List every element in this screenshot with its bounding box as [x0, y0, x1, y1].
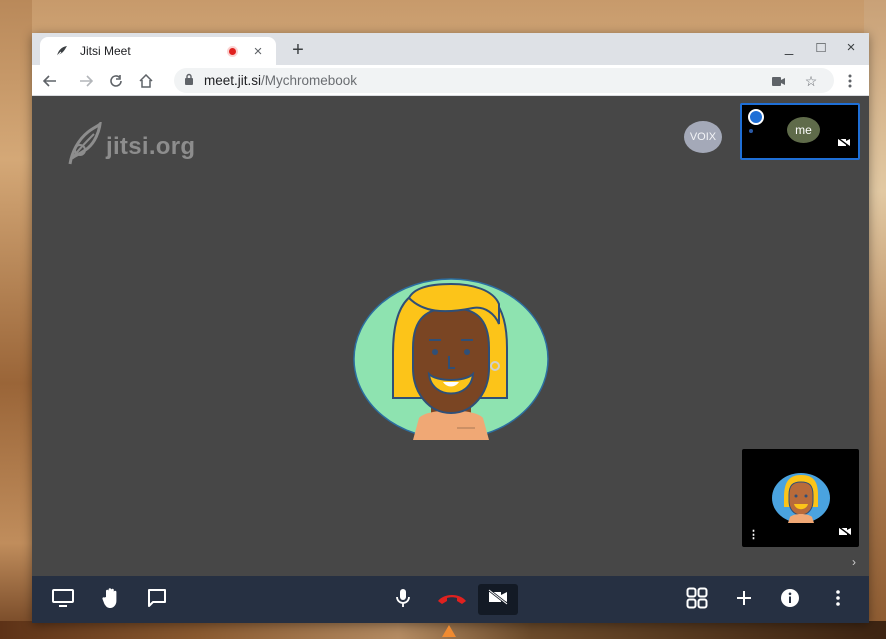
launcher-arrow-icon[interactable]	[442, 625, 456, 637]
camera-toggle-button[interactable]	[478, 584, 518, 615]
camera-off-indicator-icon	[837, 134, 851, 152]
jitsi-watermark[interactable]: jitsi.org	[66, 119, 196, 171]
browser-menu-icon[interactable]	[840, 71, 860, 91]
chat-button[interactable]	[145, 588, 169, 612]
back-arrow-icon[interactable]	[40, 71, 60, 91]
bookmark-star-icon[interactable]: ☆	[802, 72, 820, 90]
raise-hand-button[interactable]	[100, 587, 124, 614]
url-path: /Mychromebook	[261, 73, 358, 88]
lock-icon	[184, 72, 194, 90]
local-avatar-label: me	[795, 123, 812, 137]
invite-button[interactable]	[732, 588, 756, 612]
chat-icon	[147, 588, 167, 612]
more-options-button[interactable]	[826, 588, 850, 612]
url-text: meet.jit.si/Mychromebook	[204, 73, 357, 88]
tab-title: Jitsi Meet	[80, 44, 131, 58]
hangup-icon	[436, 591, 468, 610]
meeting-toolbar	[32, 576, 869, 623]
screen-share-icon	[52, 588, 74, 612]
browser-window: Jitsi Meet × + _ □ × meet.jit.si/Mychrom…	[32, 33, 869, 623]
microphone-icon	[396, 588, 410, 613]
hangup-button[interactable]	[436, 588, 468, 612]
maximize-button[interactable]: □	[812, 39, 830, 57]
jitsi-favicon-icon	[54, 43, 70, 59]
forward-arrow-icon[interactable]	[76, 71, 96, 91]
remote-camera-off-icon	[838, 523, 852, 541]
raise-hand-icon	[102, 587, 122, 614]
tab-strip: Jitsi Meet × + _ □ ×	[32, 33, 869, 65]
browser-tab[interactable]: Jitsi Meet ×	[40, 37, 276, 65]
filmstrip-toggle-button[interactable]: ›	[852, 555, 856, 569]
info-icon	[780, 588, 800, 613]
jitsi-logo-icon	[66, 119, 103, 171]
watermark-text: jitsi.org	[106, 132, 196, 160]
audio-level-icon	[748, 109, 764, 125]
home-icon[interactable]	[136, 71, 156, 91]
thumbnail-menu-icon[interactable]: ⋮	[748, 530, 759, 541]
more-icon	[836, 589, 840, 611]
microphone-button[interactable]	[391, 588, 415, 612]
minimize-button[interactable]: _	[780, 39, 798, 57]
dominant-speaker-badge: VOIX	[684, 121, 722, 153]
remote-participant-avatar	[772, 473, 830, 528]
participant-avatar-large	[353, 278, 549, 445]
screen-share-button[interactable]	[51, 588, 75, 612]
address-bar[interactable]: meet.jit.si/Mychromebook ☆	[174, 68, 834, 93]
connection-status-icon	[749, 129, 753, 133]
url-host: meet.jit.si	[204, 73, 262, 88]
tile-view-icon	[686, 587, 708, 614]
recording-indicator-icon	[227, 45, 238, 57]
local-video-thumbnail[interactable]: me	[740, 103, 860, 160]
local-avatar: me	[787, 117, 820, 143]
new-tab-button[interactable]: +	[288, 40, 308, 60]
info-button[interactable]	[778, 588, 802, 612]
browser-toolbar: meet.jit.si/Mychromebook ☆	[32, 65, 869, 96]
camera-off-icon	[488, 589, 508, 610]
camera-permission-icon[interactable]	[769, 72, 787, 90]
invite-icon	[736, 590, 752, 611]
close-window-button[interactable]: ×	[842, 39, 860, 57]
tile-view-button[interactable]	[685, 587, 709, 614]
meeting-stage: jitsi.org VOIX me ⋮ ›	[32, 96, 869, 576]
desktop-wallpaper-left	[0, 0, 32, 639]
remote-video-thumbnail[interactable]: ⋮	[742, 449, 859, 547]
reload-icon[interactable]	[106, 71, 126, 91]
tab-close-button[interactable]: ×	[250, 43, 266, 60]
